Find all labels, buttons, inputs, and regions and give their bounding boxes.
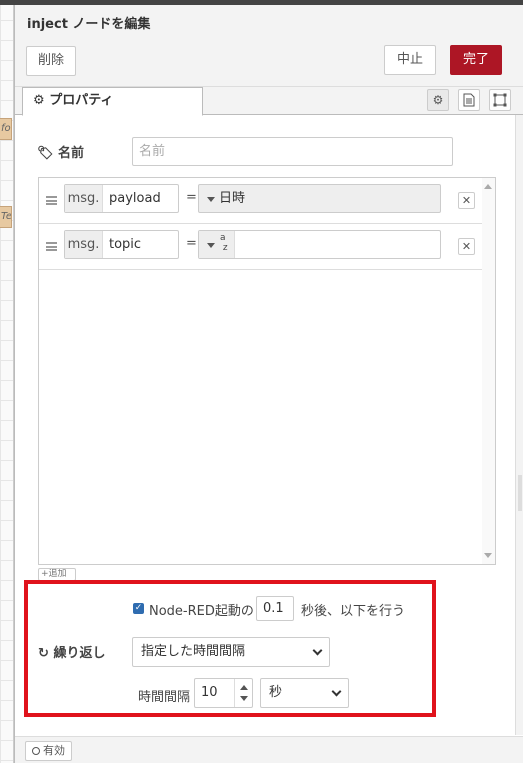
interval-value: 10: [201, 685, 218, 700]
decrement-icon[interactable]: [240, 696, 248, 701]
once-after-label: 秒後、以下を行う: [301, 604, 406, 619]
tab-properties[interactable]: ⚙ プロパティ: [22, 87, 203, 116]
property-list: msg. payload = 日時 ✕ msg. topic = a z ✕: [38, 177, 496, 565]
edit-tray: inject ノードを編集 削除 中止 完了 ⚙ プロパティ ⚙ 🏷 名前 名前…: [14, 5, 523, 763]
once-delay-input[interactable]: 0.1: [256, 596, 294, 621]
properties-panel: 🏷 名前 msg. payload = 日時 ✕ m: [15, 116, 523, 736]
property-key: payload: [109, 191, 161, 206]
caret-down-icon: [207, 197, 215, 202]
close-icon: ✕: [461, 194, 472, 207]
circle-icon: [32, 747, 40, 755]
chevron-down-icon: [312, 645, 323, 656]
drag-handle-icon[interactable]: [46, 242, 57, 251]
interval-label: 時間間隔: [138, 690, 191, 705]
once-checkbox[interactable]: ✓: [133, 603, 144, 614]
property-value-type: 日時: [219, 191, 246, 206]
interval-stepper[interactable]: 10: [194, 678, 253, 708]
done-button[interactable]: 完了: [450, 45, 502, 75]
interval-unit-select[interactable]: 秒: [260, 678, 349, 708]
cancel-button[interactable]: 中止: [384, 45, 436, 75]
appearance-icon: [493, 93, 507, 107]
msg-prefix: msg.: [65, 231, 103, 258]
caret-down-icon: [207, 243, 215, 248]
delete-button[interactable]: 削除: [26, 46, 77, 76]
remove-row-button[interactable]: ✕: [458, 192, 475, 209]
tab-settings-button[interactable]: ⚙: [427, 89, 449, 111]
drag-handle-icon[interactable]: [46, 196, 57, 205]
name-label: 🏷 名前: [37, 146, 85, 161]
enable-toggle[interactable]: 有効: [25, 741, 72, 761]
gear-icon: ⚙: [432, 93, 444, 107]
once-label: Node-RED起動の: [149, 604, 254, 619]
repeat-icon: ↻: [38, 646, 49, 661]
increment-icon[interactable]: [240, 685, 248, 690]
tab-properties-label: プロパティ: [49, 93, 114, 108]
repeat-label: ↻ 繰り返し: [38, 646, 106, 661]
property-key: topic: [109, 237, 142, 252]
tag-icon: 🏷: [37, 146, 54, 161]
equals-sign: =: [186, 190, 197, 205]
equals-sign: =: [186, 236, 197, 251]
list-item: msg. topic = a z ✕: [39, 224, 483, 270]
remove-row-button[interactable]: ✕: [458, 238, 475, 255]
repeat-select[interactable]: 指定した時間間隔: [132, 637, 330, 667]
plus-icon: +: [41, 569, 49, 579]
property-key-input[interactable]: msg. topic: [64, 230, 179, 259]
list-item: msg. payload = 日時 ✕: [39, 178, 483, 224]
gear-icon: ⚙: [33, 93, 45, 108]
canvas-node-1[interactable]: foo: [0, 118, 12, 140]
tray-footer: 有効: [15, 736, 523, 763]
description-icon: [463, 93, 475, 107]
tray-header: inject ノードを編集 削除 中止 完了: [15, 5, 523, 87]
tab-description-button[interactable]: [458, 89, 480, 111]
scroll-up-icon[interactable]: [484, 184, 492, 189]
tray-title: inject ノードを編集: [27, 17, 151, 32]
resize-grip[interactable]: [518, 475, 522, 511]
list-scrollbar[interactable]: [482, 178, 495, 564]
property-value-typed-input[interactable]: a z: [198, 230, 441, 259]
tab-appearance-button[interactable]: [489, 89, 511, 111]
type-selector[interactable]: a z: [199, 231, 235, 258]
property-key-input[interactable]: msg. payload: [64, 184, 179, 213]
close-icon: ✕: [461, 240, 472, 253]
flow-canvas[interactable]: foo Test: [0, 0, 14, 763]
stepper-arrows[interactable]: [234, 679, 252, 707]
string-type-icon: a z: [220, 233, 228, 253]
chevron-down-icon: [331, 686, 342, 697]
canvas-node-2[interactable]: Test: [0, 206, 12, 228]
name-input[interactable]: [132, 137, 453, 166]
property-value-typed-input[interactable]: 日時: [198, 184, 441, 213]
scroll-down-icon[interactable]: [484, 553, 492, 558]
tray-scroll-edge: [515, 115, 523, 735]
msg-prefix: msg.: [65, 185, 103, 212]
tabs-row: ⚙ プロパティ ⚙: [15, 87, 523, 116]
